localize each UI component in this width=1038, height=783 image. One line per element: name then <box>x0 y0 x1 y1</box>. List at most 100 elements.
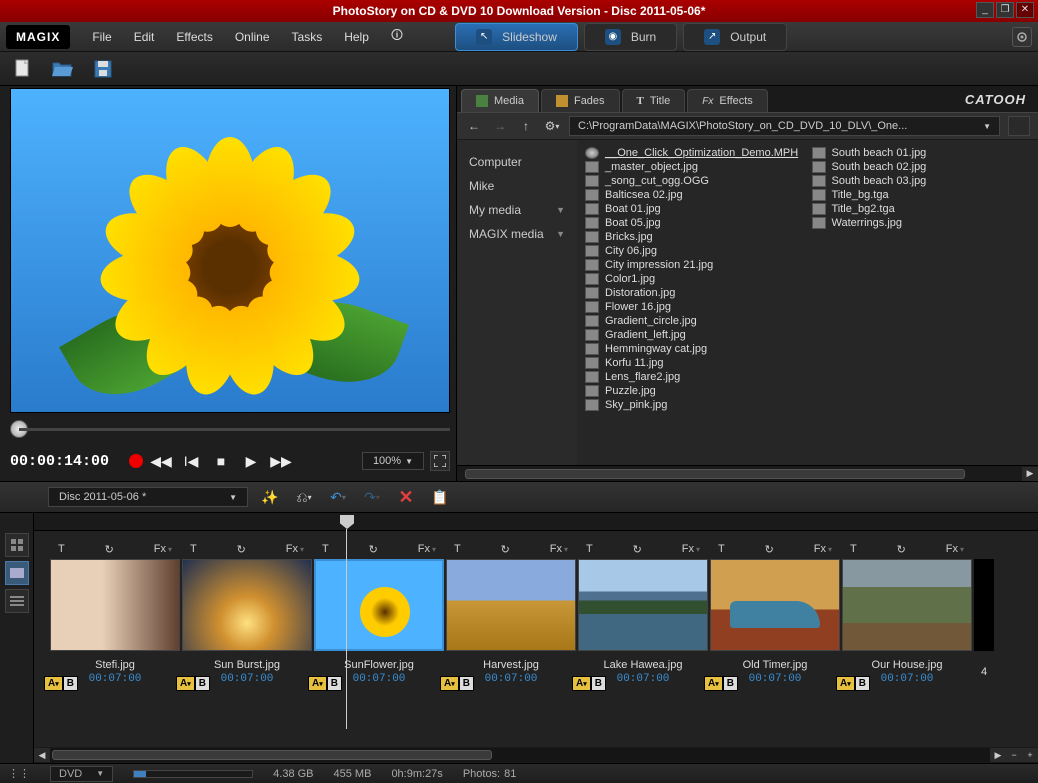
nav-fwd-button[interactable]: → <box>491 117 509 135</box>
view-mode-button[interactable] <box>1008 116 1030 136</box>
tab-effects[interactable]: FxEffects <box>687 89 768 112</box>
clip-thumbnail[interactable] <box>182 559 312 651</box>
clip[interactable]: T↻Fx▾Stefi.jpg00:07:00A▾B <box>50 539 180 743</box>
clip-thumbnail[interactable] <box>314 559 444 651</box>
clip-fx-button[interactable]: Fx▾ <box>150 541 176 557</box>
clip-fx-button[interactable]: Fx▾ <box>810 541 836 557</box>
wizard-button[interactable]: ✨ <box>258 486 282 508</box>
clip[interactable]: T↻Fx▾SunFlower.jpg00:07:00A▾B <box>314 539 444 743</box>
clip-rotate-button[interactable]: ↻ <box>893 541 910 558</box>
file-item[interactable]: Korfu 11.jpg <box>581 356 808 370</box>
clip-title-button[interactable]: T <box>582 541 597 557</box>
clip-thumbnail[interactable] <box>446 559 576 651</box>
maximize-button[interactable]: ❐ <box>996 2 1014 18</box>
record-button[interactable] <box>129 454 143 468</box>
media-hscroll[interactable]: ▶ <box>457 465 1038 481</box>
menu-edit[interactable]: Edit <box>124 24 165 50</box>
file-item[interactable]: Lens_flare2.jpg <box>581 370 808 384</box>
tree-user[interactable]: Mike <box>465 174 569 198</box>
menu-online[interactable]: Online <box>225 24 280 50</box>
play-button[interactable]: ▶ <box>239 449 263 473</box>
file-item[interactable]: Title_bg2.tga <box>808 202 1035 216</box>
open-button[interactable] <box>48 56 78 82</box>
file-item[interactable]: Waterrings.jpg <box>808 216 1035 230</box>
clip-title-button[interactable]: T <box>318 541 333 557</box>
mode-burn[interactable]: ◉ Burn <box>584 23 677 51</box>
clip-rotate-button[interactable]: ↻ <box>629 541 646 558</box>
nav-back-button[interactable]: ← <box>465 117 483 135</box>
nav-up-button[interactable]: ↑ <box>517 117 535 135</box>
file-item[interactable]: _master_object.jpg <box>581 160 808 174</box>
nav-options-button[interactable]: ⚙▾ <box>543 117 561 135</box>
clip-rotate-button[interactable]: ↻ <box>497 541 514 558</box>
clip-rotate-button[interactable]: ↻ <box>233 541 250 558</box>
hscroll-thumb[interactable] <box>52 750 492 760</box>
clip-title-button[interactable]: T <box>54 541 69 557</box>
file-item[interactable]: South beach 01.jpg <box>808 146 1035 160</box>
clip[interactable]: T↻Fx▾Our House.jpg00:07:00A▾B <box>842 539 972 743</box>
hscroll-zoomin-button[interactable]: + <box>1022 748 1038 762</box>
menu-effects[interactable]: Effects <box>166 24 222 50</box>
file-item[interactable]: Boat 01.jpg <box>581 202 808 216</box>
mode-slideshow[interactable]: ↖ Slideshow <box>455 23 578 51</box>
file-item[interactable]: _song_cut_ogg.OGG <box>581 174 808 188</box>
clip[interactable]: T↻Fx▾Sun Burst.jpg00:07:00A▾B <box>182 539 312 743</box>
clip-title-button[interactable]: T <box>450 541 465 557</box>
storyboard-hscroll[interactable]: ◀ ▶ − + <box>34 747 1038 763</box>
file-item[interactable]: Hemmingway cat.jpg <box>581 342 808 356</box>
file-item[interactable]: Distoration.jpg <box>581 286 808 300</box>
hscroll-right-button[interactable]: ▶ <box>990 748 1006 762</box>
clip-title-button[interactable]: T <box>846 541 861 557</box>
file-item[interactable]: South beach 02.jpg <box>808 160 1035 174</box>
clip-thumbnail[interactable] <box>842 559 972 651</box>
ab-transition[interactable]: A▾B <box>308 676 342 691</box>
file-item[interactable]: Gradient_left.jpg <box>581 328 808 342</box>
disc-selector[interactable]: Disc 2011-05-06 *▼ <box>48 487 248 507</box>
tree-mymedia[interactable]: My media▼ <box>465 198 569 222</box>
clip-fx-button[interactable]: Fx▾ <box>678 541 704 557</box>
file-item[interactable]: City impression 21.jpg <box>581 258 808 272</box>
file-item[interactable]: Flower 16.jpg <box>581 300 808 314</box>
file-item[interactable]: Color1.jpg <box>581 272 808 286</box>
redo-button[interactable]: ↷▾ <box>360 486 384 508</box>
tab-title[interactable]: TTitle <box>622 89 686 112</box>
menu-help[interactable]: Help <box>334 24 379 50</box>
view-storyboard-button[interactable] <box>5 561 29 585</box>
rewind-button[interactable]: ◀◀ <box>149 449 173 473</box>
fullscreen-button[interactable] <box>430 451 450 471</box>
split-button[interactable]: ⎌▾ <box>292 486 316 508</box>
resize-grip-icon[interactable]: ⋮⋮ <box>8 767 30 780</box>
playhead[interactable] <box>340 515 354 529</box>
menu-file[interactable]: File <box>82 24 121 50</box>
disc-type-selector[interactable]: DVD▼ <box>50 766 113 782</box>
file-item[interactable]: Bricks.jpg <box>581 230 808 244</box>
scrub-track[interactable] <box>19 428 450 431</box>
undo-button[interactable]: ↶▾ <box>326 486 350 508</box>
ab-transition[interactable]: A▾B <box>704 676 738 691</box>
scroll-thumb[interactable] <box>465 469 965 479</box>
close-button[interactable]: ✕ <box>1016 2 1034 18</box>
clip-fx-button[interactable]: Fx▾ <box>942 541 968 557</box>
hscroll-zoomout-button[interactable]: − <box>1006 748 1022 762</box>
menu-tasks[interactable]: Tasks <box>282 24 333 50</box>
timeline-ruler[interactable] <box>34 513 1038 531</box>
clip[interactable]: T↻Fx▾Harvest.jpg00:07:00A▾B <box>446 539 576 743</box>
mode-output[interactable]: ↗ Output <box>683 23 787 51</box>
ab-transition[interactable]: A▾B <box>176 676 210 691</box>
ab-transition[interactable]: A▾B <box>440 676 474 691</box>
save-button[interactable] <box>88 56 118 82</box>
delete-button[interactable]: ✕ <box>394 486 418 508</box>
paste-button[interactable]: 📋 <box>428 486 452 508</box>
clip-fx-button[interactable]: Fx▾ <box>546 541 572 557</box>
catooh-logo[interactable]: CATOOH <box>965 92 1026 107</box>
view-timeline-button[interactable] <box>5 589 29 613</box>
file-item[interactable]: Gradient_circle.jpg <box>581 314 808 328</box>
clip-rotate-button[interactable]: ↻ <box>101 541 118 558</box>
clip-fx-button[interactable]: Fx▾ <box>282 541 308 557</box>
clip-title-button[interactable]: T <box>186 541 201 557</box>
stop-button[interactable]: ■ <box>209 449 233 473</box>
settings-button[interactable] <box>1012 27 1032 47</box>
tree-computer[interactable]: Computer <box>465 150 569 174</box>
clip[interactable]: T↻Fx▾Old Timer.jpg00:07:00A▾B <box>710 539 840 743</box>
clip-rotate-button[interactable]: ↻ <box>761 541 778 558</box>
